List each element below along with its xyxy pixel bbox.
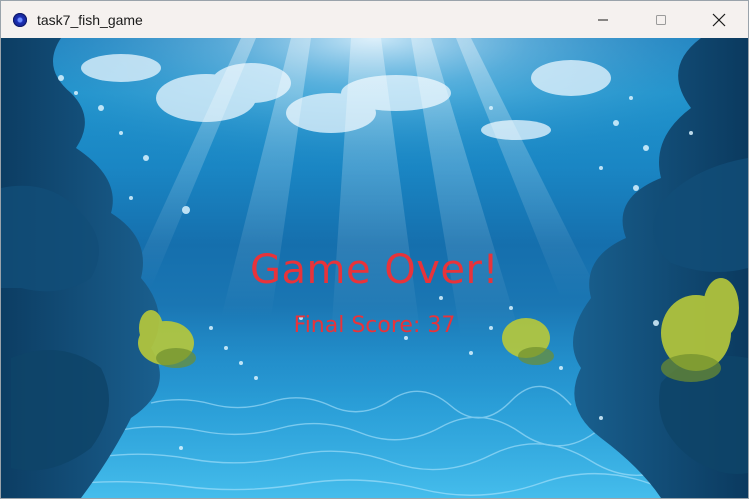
final-score-label: Final Score: 37	[293, 313, 456, 338]
minimize-icon	[598, 19, 608, 20]
maximize-icon	[656, 14, 666, 25]
game-over-message: Game Over!	[249, 247, 500, 293]
game-canvas[interactable]: Game Over! Final Score: 37	[1, 38, 748, 498]
game-over-overlay: Game Over! Final Score: 37	[1, 38, 748, 498]
close-button[interactable]	[690, 1, 748, 38]
window-title: task7_fish_game	[37, 11, 143, 28]
close-icon	[712, 13, 726, 26]
maximize-button[interactable]	[632, 1, 690, 38]
title-bar[interactable]: task7_fish_game	[1, 1, 748, 38]
window-controls	[574, 1, 748, 38]
minimize-button[interactable]	[574, 1, 632, 38]
app-icon	[13, 12, 27, 27]
game-window: task7_fish_game Game Over! Final Score: …	[0, 0, 749, 499]
